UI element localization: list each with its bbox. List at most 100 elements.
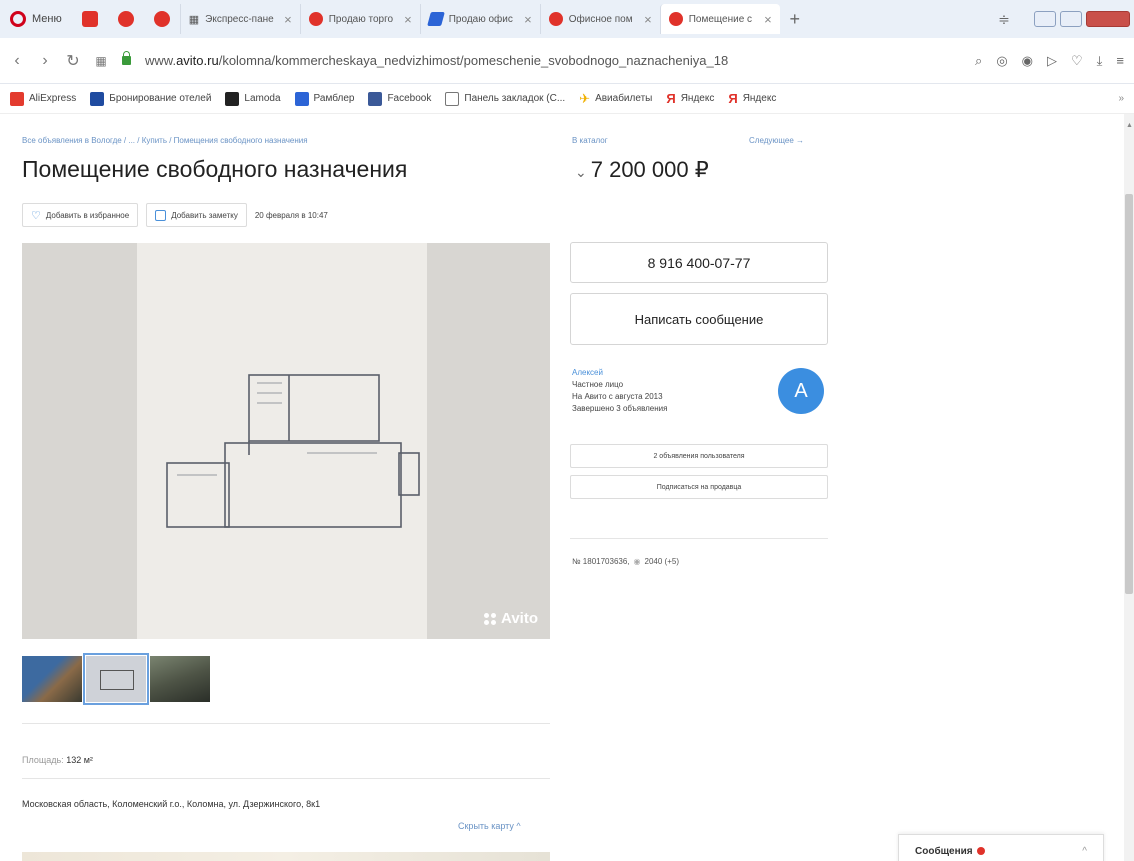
publish-date: 20 февраля в 10:47 xyxy=(254,210,328,220)
bookmarks-bar: AliExpress Бронирование отелей Lamoda Ра… xyxy=(0,84,1134,114)
floor-plan-paper xyxy=(137,243,427,639)
pinned-tab-pdf[interactable] xyxy=(72,4,108,34)
bookmark-label: Яндекс xyxy=(742,93,777,104)
area-label: Площадь: xyxy=(22,755,64,765)
watermark-text: Avito xyxy=(501,610,538,627)
flow-icon[interactable]: ▷ xyxy=(1047,53,1057,69)
bookmark-label: AliExpress xyxy=(29,93,77,104)
back-icon[interactable]: ‹ xyxy=(10,52,24,70)
seller-type: Частное лицо xyxy=(572,380,624,389)
add-note-button[interactable]: Добавить заметку xyxy=(146,203,247,227)
yandex-icon: Я xyxy=(728,91,738,106)
tab-menu-icon[interactable]: ≑ xyxy=(994,11,1014,28)
breadcrumb[interactable]: Все объявления в Вологде / ... / Купить … xyxy=(22,136,308,145)
to-catalog-link[interactable]: В каталог xyxy=(572,136,608,145)
address-text: Московская область, Коломенский г.о., Ко… xyxy=(22,799,321,809)
address-bar-actions: ⌕ ◎ ◉ ▷ ♡ ⤓ ≡ xyxy=(975,53,1124,69)
add-favorite-button[interactable]: ♡ Добавить в избранное xyxy=(22,203,139,227)
close-icon[interactable]: × xyxy=(764,12,772,27)
url-domain: avito.ru xyxy=(176,53,219,68)
tab-sell-office[interactable]: Продаю офис × xyxy=(419,4,540,34)
bookmark-yandex-2[interactable]: Я Яндекс xyxy=(728,91,776,106)
minimize-button[interactable] xyxy=(1034,11,1056,27)
bookmark-aliexpress[interactable]: AliExpress xyxy=(10,91,77,106)
bookmark-label: Бронирование отелей xyxy=(109,93,212,104)
reload-icon[interactable]: ↻ xyxy=(66,51,80,71)
bookmark-flights[interactable]: ✈ Авиабилеты xyxy=(579,91,652,107)
new-tab-button[interactable]: + xyxy=(780,9,810,30)
search-icon[interactable]: ⌕ xyxy=(975,53,982,69)
bookmarks-more-button[interactable]: » xyxy=(1118,93,1124,104)
download-icon[interactable]: ⤓ xyxy=(1097,53,1103,69)
tab-express-panel[interactable]: ▦ Экспресс-пане × xyxy=(179,4,300,34)
ad-actions: ♡ Добавить в избранное Добавить заметку … xyxy=(22,203,328,227)
bookmark-lamoda[interactable]: Lamoda xyxy=(225,91,281,106)
add-favorite-label: Добавить в избранное xyxy=(45,210,130,220)
camera-icon[interactable]: ◎ xyxy=(996,53,1007,69)
speed-dial-icon[interactable]: ▦ xyxy=(94,54,108,68)
window-close-button[interactable] xyxy=(1086,11,1130,27)
write-message-button[interactable]: Написать сообщение xyxy=(570,293,828,345)
hide-map-link[interactable]: Скрыть карту ^ xyxy=(458,821,521,831)
scroll-up-icon[interactable]: ▲ xyxy=(1126,122,1133,129)
main-photo[interactable]: Avito xyxy=(22,243,550,639)
bookmark-booking[interactable]: Бронирование отелей xyxy=(90,91,212,106)
facebook-icon xyxy=(368,91,383,106)
thumbnail-1[interactable] xyxy=(22,656,82,702)
bookmark-label: Яндекс xyxy=(680,93,715,104)
pinned-tab-opera-1[interactable] xyxy=(108,4,144,34)
map-preview[interactable] xyxy=(22,852,550,861)
area-value: 132 м² xyxy=(66,755,93,765)
opera-menu-button[interactable]: Меню xyxy=(0,0,72,38)
seller-info: Алексей Частное лицо На Авито с августа … xyxy=(572,367,667,415)
vpn-icon[interactable]: ◉ xyxy=(1022,53,1033,69)
divider xyxy=(22,723,550,724)
seller-ads-button[interactable]: 2 объявления пользователя xyxy=(570,444,828,468)
thumbnail-2-selected[interactable] xyxy=(83,653,149,705)
lock-icon[interactable] xyxy=(122,51,131,65)
grid-icon: ▦ xyxy=(188,13,200,26)
lamoda-icon xyxy=(225,91,240,106)
booking-icon xyxy=(90,91,105,106)
maximize-button[interactable] xyxy=(1060,11,1082,27)
bookmark-label: Facebook xyxy=(387,93,432,104)
pinned-tab-opera-2[interactable] xyxy=(144,4,180,34)
tab-label: Офисное пом xyxy=(568,13,633,25)
scrollbar-thumb[interactable] xyxy=(1125,194,1133,594)
price-dropdown-icon[interactable]: ⌄ xyxy=(575,164,587,180)
phone-button[interactable]: 8 916 400-07-77 xyxy=(570,242,828,283)
tab-premises-active[interactable]: Помещение с × xyxy=(659,4,780,34)
thumbnail-3[interactable] xyxy=(150,656,210,702)
easy-setup-icon[interactable]: ≡ xyxy=(1116,53,1124,69)
next-ad-link[interactable]: Следующее → xyxy=(749,136,804,145)
seller-name-link[interactable]: Алексей xyxy=(572,367,667,379)
note-icon xyxy=(155,209,167,221)
forward-icon[interactable]: › xyxy=(38,52,52,70)
close-icon[interactable]: × xyxy=(524,12,532,27)
opera-icon xyxy=(153,11,170,27)
yandex-icon: Я xyxy=(666,91,676,106)
bookmark-yandex-1[interactable]: Я Яндекс xyxy=(666,91,714,106)
page-scrollbar[interactable]: ▲ xyxy=(1124,114,1134,861)
floor-plan-drawing xyxy=(166,374,420,528)
url-field[interactable]: www.avito.ru/kolomna/kommercheskaya_nedv… xyxy=(145,53,961,68)
page-title: Помещение свободного назначения xyxy=(22,156,408,182)
tab-label: Экспресс-пане xyxy=(205,13,274,25)
ad-number: № 1801703636, xyxy=(572,557,630,566)
subscribe-seller-button[interactable]: Подписаться на продавца xyxy=(570,475,828,499)
tab-office-premises[interactable]: Офисное пом × xyxy=(539,4,660,34)
aliexpress-icon xyxy=(10,91,24,106)
window-controls: ≑ xyxy=(994,11,1134,28)
heart-icon[interactable]: ♡ xyxy=(1071,53,1083,69)
close-icon[interactable]: × xyxy=(644,12,652,27)
tab-label: Продаю торго xyxy=(328,13,394,25)
bookmark-facebook[interactable]: Facebook xyxy=(368,91,432,106)
close-icon[interactable]: × xyxy=(284,12,292,27)
bookmark-rambler[interactable]: Рамблер xyxy=(294,91,354,106)
tab-sell-trade[interactable]: Продаю торго × xyxy=(299,4,420,34)
close-icon[interactable]: × xyxy=(404,12,412,27)
chevron-up-icon[interactable]: ^ xyxy=(1082,846,1087,857)
messages-widget[interactable]: Сообщения ^ xyxy=(898,834,1104,861)
bookmark-folder[interactable]: Панель закладок (С... xyxy=(445,91,565,106)
avatar[interactable]: A xyxy=(778,368,824,414)
